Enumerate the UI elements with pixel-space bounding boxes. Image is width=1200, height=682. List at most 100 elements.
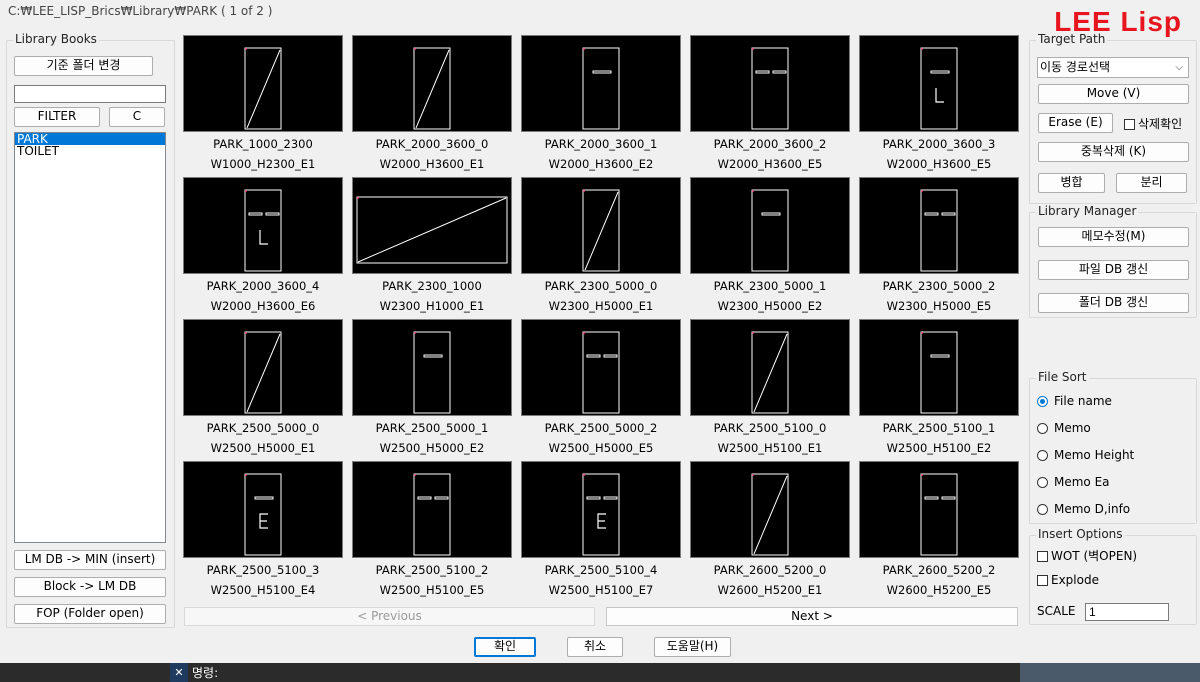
split-button[interactable]: 분리 [1116, 173, 1187, 193]
thumbnail-card[interactable]: PARK_2300_5000_1 W2300_H5000_E2 [690, 177, 850, 317]
radio-icon[interactable] [1037, 477, 1048, 488]
thumbnail-card[interactable]: PARK_2500_5000_2 W2500_H5000_E5 [521, 319, 681, 459]
block-preview-image[interactable] [352, 177, 512, 274]
block-preview-image[interactable] [352, 461, 512, 558]
library-list[interactable]: PARK TOILET [14, 132, 166, 543]
scale-input[interactable] [1085, 603, 1169, 621]
delete-confirm-checkbox-box[interactable] [1124, 119, 1135, 130]
thumbnail-grid: PARK_1000_2300 W1000_H2300_E1 PARK_2000_36… [183, 35, 1023, 600]
block-preview-image[interactable] [521, 35, 681, 132]
thumbnail-name: PARK_2500_5100_2 [375, 563, 489, 577]
thumbnail-card[interactable]: PARK_2300_1000 W2300_H1000_E1 [352, 177, 512, 317]
merge-button[interactable]: 병합 [1038, 173, 1105, 193]
thumbnail-card[interactable]: PARK_2500_5000_1 W2500_H5000_E2 [352, 319, 512, 459]
block-preview-image[interactable] [859, 35, 1019, 132]
thumbnail-card[interactable]: PARK_2600_5200_0 W2600_H5200_E1 [690, 461, 850, 601]
radio-icon[interactable] [1037, 504, 1048, 515]
block-preview-image[interactable] [183, 319, 343, 416]
explode-checkbox-box[interactable] [1037, 575, 1048, 586]
block-preview-image[interactable] [690, 177, 850, 274]
library-list-item-toilet[interactable]: TOILET [15, 145, 165, 157]
move-button[interactable]: Move (V) [1038, 84, 1189, 104]
clear-filter-button[interactable]: C [109, 107, 165, 127]
thumbnail-card[interactable]: PARK_2000_3600_1 W2000_H3600_E2 [521, 35, 681, 175]
sort-radio-file-name[interactable]: File name [1037, 392, 1193, 410]
wot-checkbox[interactable]: WOT (벽OPEN) [1037, 547, 1137, 564]
insert-options-label: Insert Options [1036, 527, 1125, 541]
lm-db-min-insert-button[interactable]: LM DB -> MIN (insert) [14, 550, 166, 570]
thumbnail-name: PARK_2500_5100_3 [206, 563, 320, 577]
thumbnail-memo: W2000_H3600_E6 [210, 299, 316, 313]
help-button[interactable]: 도움말(H) [654, 637, 731, 657]
close-icon[interactable]: ✕ [170, 663, 188, 682]
thumbnail-memo: W2000_H3600_E1 [379, 157, 485, 171]
sort-radio-memo-dinfo[interactable]: Memo D,info [1037, 500, 1193, 518]
thumbnail-card[interactable]: PARK_2000_3600_3 W2000_H3600_E5 [859, 35, 1019, 175]
memo-edit-button[interactable]: 메모수정(M) [1038, 227, 1189, 247]
block-preview-image[interactable] [690, 461, 850, 558]
thumbnail-card[interactable]: PARK_2500_5000_0 W2500_H5000_E1 [183, 319, 343, 459]
explode-checkbox[interactable]: Explode [1037, 573, 1099, 587]
block-preview-image[interactable] [183, 461, 343, 558]
target-path-select-value: 이동 경로선택 [1040, 60, 1111, 74]
block-preview-image[interactable] [521, 461, 681, 558]
sort-radio-memo[interactable]: Memo [1037, 419, 1193, 437]
thumbnail-card[interactable]: PARK_2500_5100_3 W2500_H5100_E4 [183, 461, 343, 601]
block-preview-image[interactable] [183, 177, 343, 274]
block-preview-image[interactable] [690, 35, 850, 132]
block-preview-image[interactable] [690, 319, 850, 416]
wot-checkbox-box[interactable] [1037, 551, 1048, 562]
folder-open-button[interactable]: FOP (Folder open) [14, 604, 166, 624]
sort-option-label: Memo D,info [1054, 502, 1131, 516]
radio-icon[interactable] [1037, 423, 1048, 434]
thumbnail-card[interactable]: PARK_2000_3600_4 W2000_H3600_E6 [183, 177, 343, 317]
sort-radio-memo-ea[interactable]: Memo Ea [1037, 473, 1193, 491]
file-db-refresh-button[interactable]: 파일 DB 갱신 [1038, 260, 1189, 280]
block-preview-image[interactable] [521, 177, 681, 274]
thumbnail-name: PARK_2500_5100_1 [882, 421, 996, 435]
radio-icon[interactable] [1037, 450, 1048, 461]
cancel-button[interactable]: 취소 [567, 637, 623, 657]
target-path-select[interactable]: 이동 경로선택 ⌵ [1037, 57, 1189, 78]
thumbnail-card[interactable]: PARK_1000_2300 W1000_H2300_E1 [183, 35, 343, 175]
block-preview-image[interactable] [352, 319, 512, 416]
block-preview-image[interactable] [183, 35, 343, 132]
folder-db-refresh-button[interactable]: 폴더 DB 갱신 [1038, 293, 1189, 313]
ok-button[interactable]: 확인 [474, 637, 536, 657]
block-preview-image[interactable] [859, 319, 1019, 416]
thumbnail-memo: W2300_H1000_E1 [379, 299, 485, 313]
next-page-button[interactable]: Next > [606, 607, 1018, 626]
thumbnail-card[interactable]: PARK_2500_5100_1 W2500_H5100_E2 [859, 319, 1019, 459]
block-preview-image[interactable] [521, 319, 681, 416]
thumbnail-card[interactable]: PARK_2500_5100_4 W2500_H5100_E7 [521, 461, 681, 601]
previous-page-button[interactable]: < Previous [184, 607, 595, 626]
thumbnail-card[interactable]: PARK_2500_5100_0 W2500_H5100_E1 [690, 319, 850, 459]
filter-button[interactable]: FILTER [14, 107, 100, 127]
thumbnail-card[interactable]: PARK_2000_3600_2 W2000_H3600_E5 [690, 35, 850, 175]
radio-icon[interactable] [1037, 396, 1048, 407]
thumbnail-card[interactable]: PARK_2500_5100_2 W2500_H5100_E5 [352, 461, 512, 601]
sort-radio-memo-height[interactable]: Memo Height [1037, 446, 1193, 464]
delete-confirm-checkbox[interactable]: 삭제확인 [1124, 115, 1182, 132]
thumbnail-name: PARK_2500_5000_0 [206, 421, 320, 435]
thumbnail-memo: W2300_H5000_E5 [886, 299, 992, 313]
thumbnail-memo: W2000_H3600_E2 [548, 157, 654, 171]
block-preview-image[interactable] [859, 177, 1019, 274]
thumbnail-name: PARK_1000_2300 [213, 137, 313, 151]
thumbnail-name: PARK_2300_5000_2 [882, 279, 996, 293]
thumbnail-card[interactable]: PARK_2300_5000_2 W2300_H5000_E5 [859, 177, 1019, 317]
block-preview-image[interactable] [352, 35, 512, 132]
thumbnail-memo: W1000_H2300_E1 [210, 157, 316, 171]
duplicate-delete-button[interactable]: 중복삭제 (K) [1038, 142, 1189, 162]
block-preview-image[interactable] [859, 461, 1019, 558]
thumbnail-memo: W2500_H5100_E2 [886, 441, 992, 455]
thumbnail-card[interactable]: PARK_2300_5000_0 W2300_H5000_E1 [521, 177, 681, 317]
window-title: C:₩LEE_LISP_Brics₩Library₩PARK ( 1 of 2 … [8, 4, 273, 18]
thumbnail-card[interactable]: PARK_2000_3600_0 W2000_H3600_E1 [352, 35, 512, 175]
thumbnail-card[interactable]: PARK_2600_5200_2 W2600_H5200_E5 [859, 461, 1019, 601]
block-to-lm-db-button[interactable]: Block -> LM DB [14, 577, 166, 597]
erase-button[interactable]: Erase (E) [1038, 113, 1113, 133]
filter-input[interactable] [14, 85, 166, 103]
file-sort-label: File Sort [1036, 370, 1089, 384]
base-folder-button[interactable]: 기준 폴더 변경 [14, 56, 153, 76]
